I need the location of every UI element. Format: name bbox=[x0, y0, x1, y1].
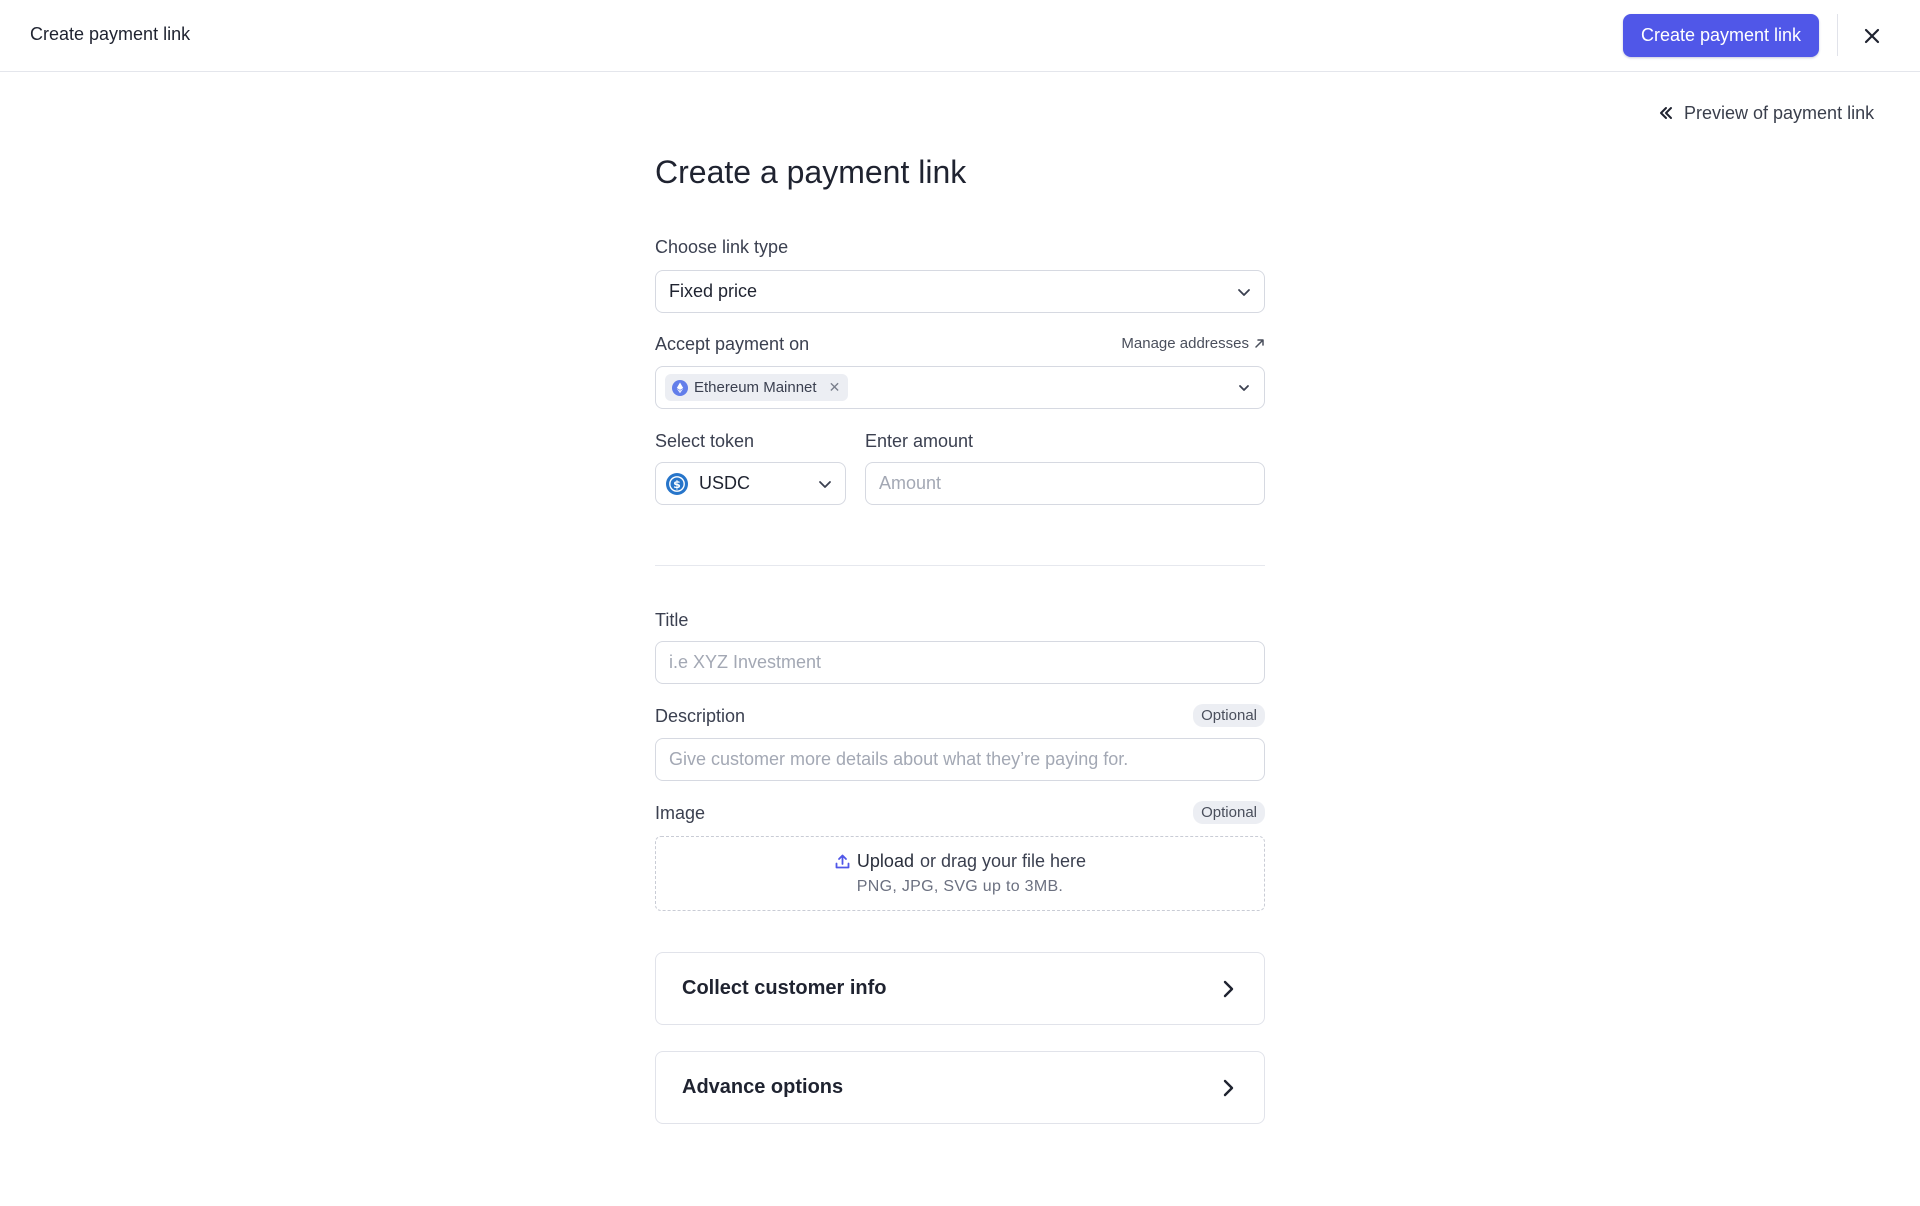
link-type-label: Choose link type bbox=[655, 237, 789, 257]
section-label: Collect customer info bbox=[682, 977, 887, 999]
chevrons-left-icon bbox=[1658, 105, 1674, 121]
chevron-down-icon bbox=[1236, 284, 1252, 300]
chevron-right-icon bbox=[1218, 979, 1238, 999]
drag-text: or drag your file here bbox=[919, 851, 1087, 871]
remove-chip-icon[interactable]: ✕ bbox=[829, 379, 841, 396]
chevron-right-icon bbox=[1218, 1078, 1238, 1098]
manage-addresses-label: Manage addresses bbox=[1121, 335, 1249, 352]
image-label: Image bbox=[655, 803, 706, 823]
close-button[interactable] bbox=[1856, 20, 1888, 52]
create-payment-link-button[interactable]: Create payment link bbox=[1623, 14, 1819, 57]
advance-options-section[interactable]: Advance options bbox=[655, 1051, 1265, 1124]
upload-icon bbox=[834, 853, 851, 870]
section-label: Advance options bbox=[682, 1076, 844, 1098]
amount-input[interactable]: Amount bbox=[865, 462, 1265, 505]
description-input[interactable]: Give customer more details about what th… bbox=[655, 738, 1265, 781]
link-type-select[interactable]: Fixed price bbox=[655, 270, 1265, 313]
token-label: Select token bbox=[655, 431, 755, 451]
link-type-value: Fixed price bbox=[669, 281, 758, 301]
image-dropzone[interactable]: Upload or drag your file here PNG, JPG, … bbox=[655, 836, 1265, 911]
header-title: Create payment link bbox=[30, 24, 191, 44]
optional-badge: Optional bbox=[1193, 704, 1265, 727]
preview-toggle[interactable]: Preview of payment link bbox=[1658, 100, 1874, 126]
external-link-icon bbox=[1254, 338, 1265, 349]
token-value: USDC bbox=[699, 473, 751, 493]
file-hint: PNG, JPG, SVG up to 3MB. bbox=[856, 878, 1064, 895]
dropzone-prompt: Upload or drag your file here bbox=[834, 851, 1086, 872]
title-label: Title bbox=[655, 610, 689, 630]
svg-text:$: $ bbox=[673, 478, 681, 491]
accept-payment-label: Accept payment on bbox=[655, 334, 810, 354]
usdc-icon: $ bbox=[666, 472, 688, 495]
chevron-down-icon bbox=[817, 476, 833, 492]
title-input[interactable]: i.e XYZ Investment bbox=[655, 641, 1265, 684]
amount-label: Enter amount bbox=[865, 431, 974, 451]
close-icon bbox=[1863, 27, 1881, 45]
network-chip-label: Ethereum Mainnet bbox=[694, 379, 817, 396]
chevron-down-icon bbox=[1236, 380, 1252, 396]
network-multiselect[interactable]: Ethereum Mainnet ✕ bbox=[655, 366, 1265, 409]
manage-addresses-link[interactable]: Manage addresses bbox=[1121, 335, 1265, 352]
description-label: Description bbox=[655, 706, 746, 726]
token-select[interactable]: $ USDC bbox=[655, 462, 846, 505]
top-bar: Create payment link Create payment link bbox=[0, 0, 1920, 72]
header-divider bbox=[1837, 14, 1838, 56]
page-title: Create a payment link bbox=[655, 154, 967, 190]
ethereum-icon bbox=[672, 379, 688, 396]
preview-label: Preview of payment link bbox=[1684, 102, 1875, 123]
network-chip: Ethereum Mainnet ✕ bbox=[665, 374, 849, 401]
upload-link[interactable]: Upload bbox=[857, 851, 914, 872]
section-divider bbox=[655, 565, 1265, 566]
collect-customer-info-section[interactable]: Collect customer info bbox=[655, 952, 1265, 1025]
optional-badge: Optional bbox=[1193, 801, 1265, 824]
